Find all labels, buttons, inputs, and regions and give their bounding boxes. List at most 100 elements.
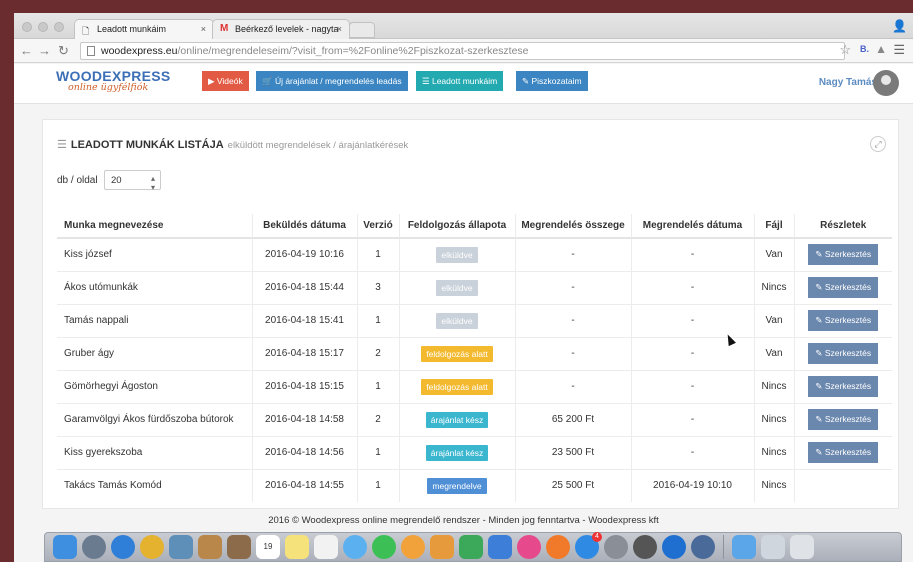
app-store-icon[interactable]: 4	[575, 532, 602, 559]
zoom-window-button[interactable]	[54, 22, 64, 32]
table-row[interactable]: Garamvölgyi Ákos fürdőszoba bútorok 2016-…	[57, 402, 892, 436]
edit-button[interactable]: ✎ Szerkesztés	[808, 409, 879, 430]
my-submissions-button[interactable]: ☰ Leadott munkáim	[416, 71, 504, 91]
finder-icon[interactable]	[53, 535, 77, 559]
contacts-icon[interactable]	[227, 535, 251, 559]
url-host: woodexpress.eu	[101, 45, 178, 57]
back-icon[interactable]: ←	[20, 43, 33, 58]
profile-icon[interactable]: 👤	[892, 19, 907, 33]
page-info-icon[interactable]	[87, 46, 95, 56]
edit-button[interactable]: ✎ Szerkesztés	[808, 244, 879, 266]
amount-cell: 23 500 Ft	[514, 435, 631, 469]
minimize-window-button[interactable]	[38, 22, 48, 32]
amount-cell: 65 200 Ft	[514, 402, 631, 436]
job-name-cell: Takács Tamás Komód	[57, 468, 252, 502]
trash-icon[interactable]	[790, 535, 814, 559]
system-preferences-icon[interactable]	[604, 535, 628, 559]
per-page-select[interactable]: 20 ▴ ▾	[104, 170, 161, 192]
order-date-cell: -	[630, 303, 754, 337]
quicktime-icon[interactable]	[691, 535, 715, 559]
file-cell: Van	[753, 237, 794, 271]
table-row[interactable]: Ákos utómunkák 2016-04-18 15:44 3 elküldve -…	[57, 270, 892, 304]
edit-button[interactable]: ✎ Szerkesztés	[808, 442, 879, 463]
screen: 🗋 Leadott munkáim × M Beérkező levelek -…	[14, 13, 913, 562]
videos-button[interactable]: ▶ Videók	[202, 71, 249, 91]
order-date-cell: -	[630, 270, 754, 304]
tab-close-icon[interactable]: ×	[201, 24, 206, 34]
bookmark-star-icon[interactable]: ☆	[839, 42, 851, 58]
amount-cell: -	[514, 369, 631, 403]
table-row[interactable]: Tamás nappali 2016-04-18 15:41 1 elküldve - -…	[57, 303, 892, 337]
submit-date-cell: 2016-04-18 15:15	[251, 369, 357, 403]
teamviewer-icon[interactable]	[662, 535, 686, 559]
column-header[interactable]: Verzió	[356, 214, 399, 239]
avatar[interactable]	[873, 70, 899, 96]
reload-icon[interactable]: ↻	[58, 43, 69, 59]
drafts-button[interactable]: ✎ Piszkozataim	[516, 71, 588, 91]
edit-button[interactable]: ✎ Szerkesztés	[808, 343, 879, 364]
table-row[interactable]: Gömörhegyi Ágoston 2016-04-18 15:15 1 feldo…	[57, 369, 892, 403]
screenshot-folder-icon[interactable]	[761, 535, 785, 559]
file-cell: Nincs	[753, 369, 794, 403]
new-quote-button[interactable]: 🛒 Új árajánlat / megrendelés leadás	[256, 71, 408, 91]
address-bar[interactable]: woodexpress.eu/online/megrendeleseim/?vi…	[80, 42, 845, 60]
preview-icon[interactable]	[169, 535, 193, 559]
submit-date-cell: 2016-04-18 14:58	[251, 402, 357, 436]
downloads-folder-icon[interactable]	[732, 535, 756, 559]
close-window-button[interactable]	[22, 22, 32, 32]
extension-icon[interactable]: ▲	[875, 42, 887, 56]
column-header[interactable]: Megrendelés dátuma	[630, 214, 754, 239]
notes-icon[interactable]	[285, 535, 309, 559]
edit-button[interactable]: ✎ Szerkesztés	[808, 310, 879, 331]
tab-leadott-munkaim[interactable]: 🗋 Leadott munkáim ×	[74, 19, 214, 39]
facetime-icon[interactable]	[372, 535, 396, 559]
itunes-icon[interactable]	[517, 535, 541, 559]
numbers-icon[interactable]	[459, 535, 483, 559]
column-header[interactable]: Feldolgozás állapota	[398, 214, 515, 239]
table-row[interactable]: Kiss józsef 2016-04-19 10:16 1 elküldve - - Va…	[57, 237, 892, 271]
edit-button[interactable]: ✎ Szerkesztés	[808, 376, 879, 397]
table-row[interactable]: Takács Tamás Komód 2016-04-18 14:55 1 megre…	[57, 468, 892, 502]
github-icon[interactable]	[633, 535, 657, 559]
new-tab-button[interactable]	[349, 22, 375, 38]
amount-cell: 25 500 Ft	[514, 468, 631, 502]
submit-date-cell: 2016-04-18 15:41	[251, 303, 357, 337]
pages-icon[interactable]	[430, 535, 454, 559]
version-cell: 1	[356, 237, 399, 271]
column-header[interactable]: Megrendelés összege	[514, 214, 631, 239]
table-row[interactable]: Kiss gyerekszoba 2016-04-18 14:56 1 árajánl…	[57, 435, 892, 469]
details-cell: ✎ Szerkesztés	[793, 402, 892, 436]
per-page-label: db / oldal	[57, 175, 98, 186]
column-header[interactable]: Beküldés dátuma	[251, 214, 357, 239]
logo[interactable]: WOODEXPRESS online ügyfélfiók	[56, 68, 171, 93]
column-header[interactable]: Fájl	[753, 214, 794, 239]
status-cell: árajánlat kész	[398, 402, 515, 436]
job-name-cell: Kiss gyerekszoba	[57, 435, 252, 469]
messages-icon[interactable]	[343, 535, 367, 559]
submit-date-cell: 2016-04-18 14:55	[251, 468, 357, 502]
chrome-icon[interactable]	[140, 535, 164, 559]
expand-icon[interactable]: ⤢	[870, 136, 886, 152]
submit-date-cell: 2016-04-18 15:17	[251, 336, 357, 370]
browser-menu-icon[interactable]: ☰	[893, 42, 905, 58]
tab-gmail[interactable]: M Beérkező levelek - nagyta ×	[212, 19, 350, 39]
keynote-icon[interactable]	[488, 535, 512, 559]
reminders-icon[interactable]	[314, 535, 338, 559]
extension-b-icon[interactable]: B.	[860, 44, 869, 54]
browser-tab-strip: 🗋 Leadott munkáim × M Beérkező levelek -…	[14, 13, 913, 39]
status-cell: elküldve	[398, 270, 515, 304]
calendar-icon[interactable]: 19	[256, 535, 280, 559]
user-name[interactable]: Nagy Tamás	[819, 77, 877, 88]
details-cell: ✎ Szerkesztés	[793, 303, 892, 337]
photos-icon[interactable]	[401, 535, 425, 559]
tab-close-icon[interactable]: ×	[337, 24, 342, 34]
column-header[interactable]: Munka megnevezése	[57, 214, 252, 239]
ibooks-icon[interactable]	[546, 535, 570, 559]
edit-button[interactable]: ✎ Szerkesztés	[808, 277, 879, 298]
launchpad-icon[interactable]	[82, 535, 106, 559]
submit-date-cell: 2016-04-18 14:56	[251, 435, 357, 469]
table-row[interactable]: Gruber ágy 2016-04-18 15:17 2 feldolgozás a…	[57, 336, 892, 370]
forward-icon[interactable]: →	[38, 43, 51, 58]
notes-book-icon[interactable]	[198, 535, 222, 559]
safari-icon[interactable]	[111, 535, 135, 559]
